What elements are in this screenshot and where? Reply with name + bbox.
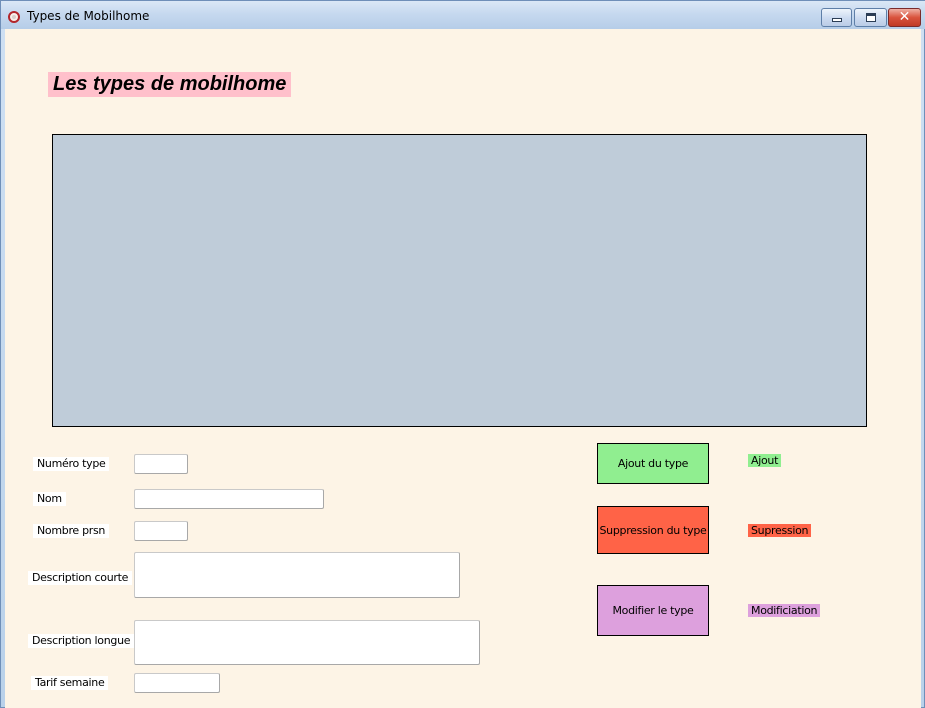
close-icon: ✕ [898,9,911,25]
window-title: Types de Mobilhome [27,9,150,23]
add-type-button-label: Ajout du type [617,457,689,470]
page-title: Les types de mobilhome [48,72,292,97]
nombre-prsn-label: Nombre prsn [33,524,110,538]
minimize-icon [832,18,842,22]
modify-type-button-label: Modifier le type [612,604,694,617]
types-data-grid[interactable] [52,134,867,427]
delete-type-button-label: Suppression du type [599,523,707,537]
nom-field[interactable] [134,489,324,509]
add-type-button[interactable]: Ajout du type [597,443,709,484]
nombre-prsn-field[interactable] [134,521,188,541]
delete-status-label: Supression [748,524,812,537]
title-bar[interactable]: Types de Mobilhome ✕ [1,1,925,29]
delete-type-button[interactable]: Suppression du type [597,506,709,554]
minimize-button[interactable] [821,8,852,27]
description-courte-field[interactable] [134,552,460,598]
add-status-label: Ajout [748,454,782,467]
maximize-button[interactable] [854,8,887,27]
tarif-semaine-field[interactable] [134,673,220,693]
description-courte-label: Description courte [28,571,133,585]
nom-label: Nom [33,492,66,506]
description-longue-field[interactable] [134,620,480,665]
form-client-area: Les types de mobilhome Numéro type Nom N… [5,29,921,708]
close-button[interactable]: ✕ [888,8,921,27]
app-icon[interactable] [8,11,20,23]
maximize-icon [866,13,876,22]
tarif-semaine-label: Tarif semaine [31,676,109,690]
app-window: Types de Mobilhome ✕ Les types de mobilh… [0,0,925,708]
modify-status-label: Modificiation [748,604,821,617]
description-longue-label: Description longue [28,634,135,648]
modify-type-button[interactable]: Modifier le type [597,585,709,636]
numero-type-label: Numéro type [33,457,110,471]
numero-type-field[interactable] [134,454,188,474]
